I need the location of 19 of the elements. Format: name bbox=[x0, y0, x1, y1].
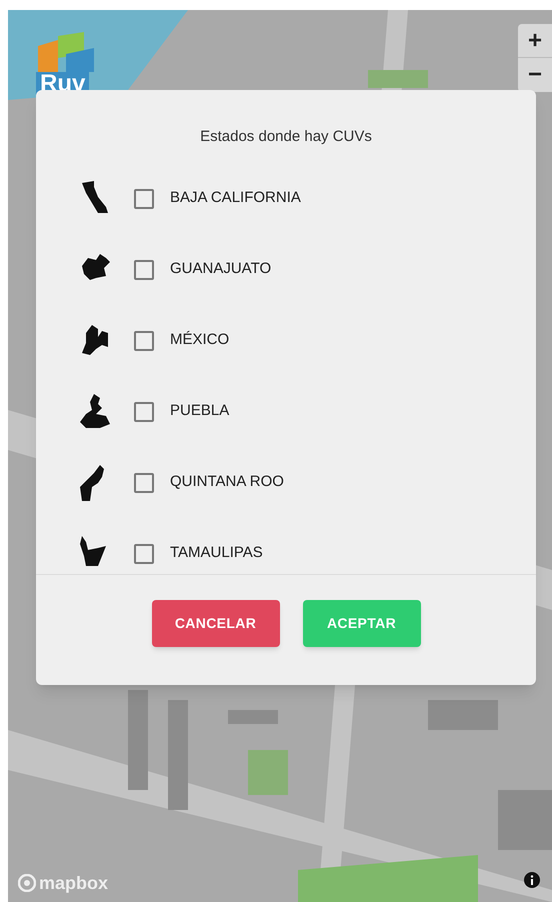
state-label[interactable]: BAJA CALIFORNIA bbox=[170, 187, 301, 210]
info-icon[interactable] bbox=[524, 872, 540, 888]
checkbox[interactable] bbox=[134, 188, 154, 208]
checkbox[interactable] bbox=[134, 472, 154, 492]
zoom-in-button[interactable]: + bbox=[518, 24, 552, 58]
checkbox[interactable] bbox=[134, 544, 154, 564]
dialog-title: Estados donde hay CUVs bbox=[199, 127, 373, 147]
mapbox-logo-icon bbox=[18, 874, 36, 892]
checkbox[interactable] bbox=[134, 402, 154, 422]
state-label[interactable]: MÉXICO bbox=[170, 329, 230, 352]
zoom-out-button[interactable]: − bbox=[518, 58, 552, 92]
state-label[interactable]: QUINTANA ROO bbox=[170, 471, 284, 494]
state-label[interactable]: TAMAULIPAS bbox=[170, 542, 263, 565]
checkbox[interactable] bbox=[134, 330, 154, 350]
state-label[interactable]: PUEBLA bbox=[170, 400, 230, 423]
checkbox[interactable] bbox=[134, 260, 154, 280]
state-map-icon bbox=[80, 394, 110, 430]
state-label[interactable]: GUANAJUATO bbox=[170, 258, 272, 281]
cancel-button[interactable]: CANCELAR bbox=[152, 600, 280, 647]
